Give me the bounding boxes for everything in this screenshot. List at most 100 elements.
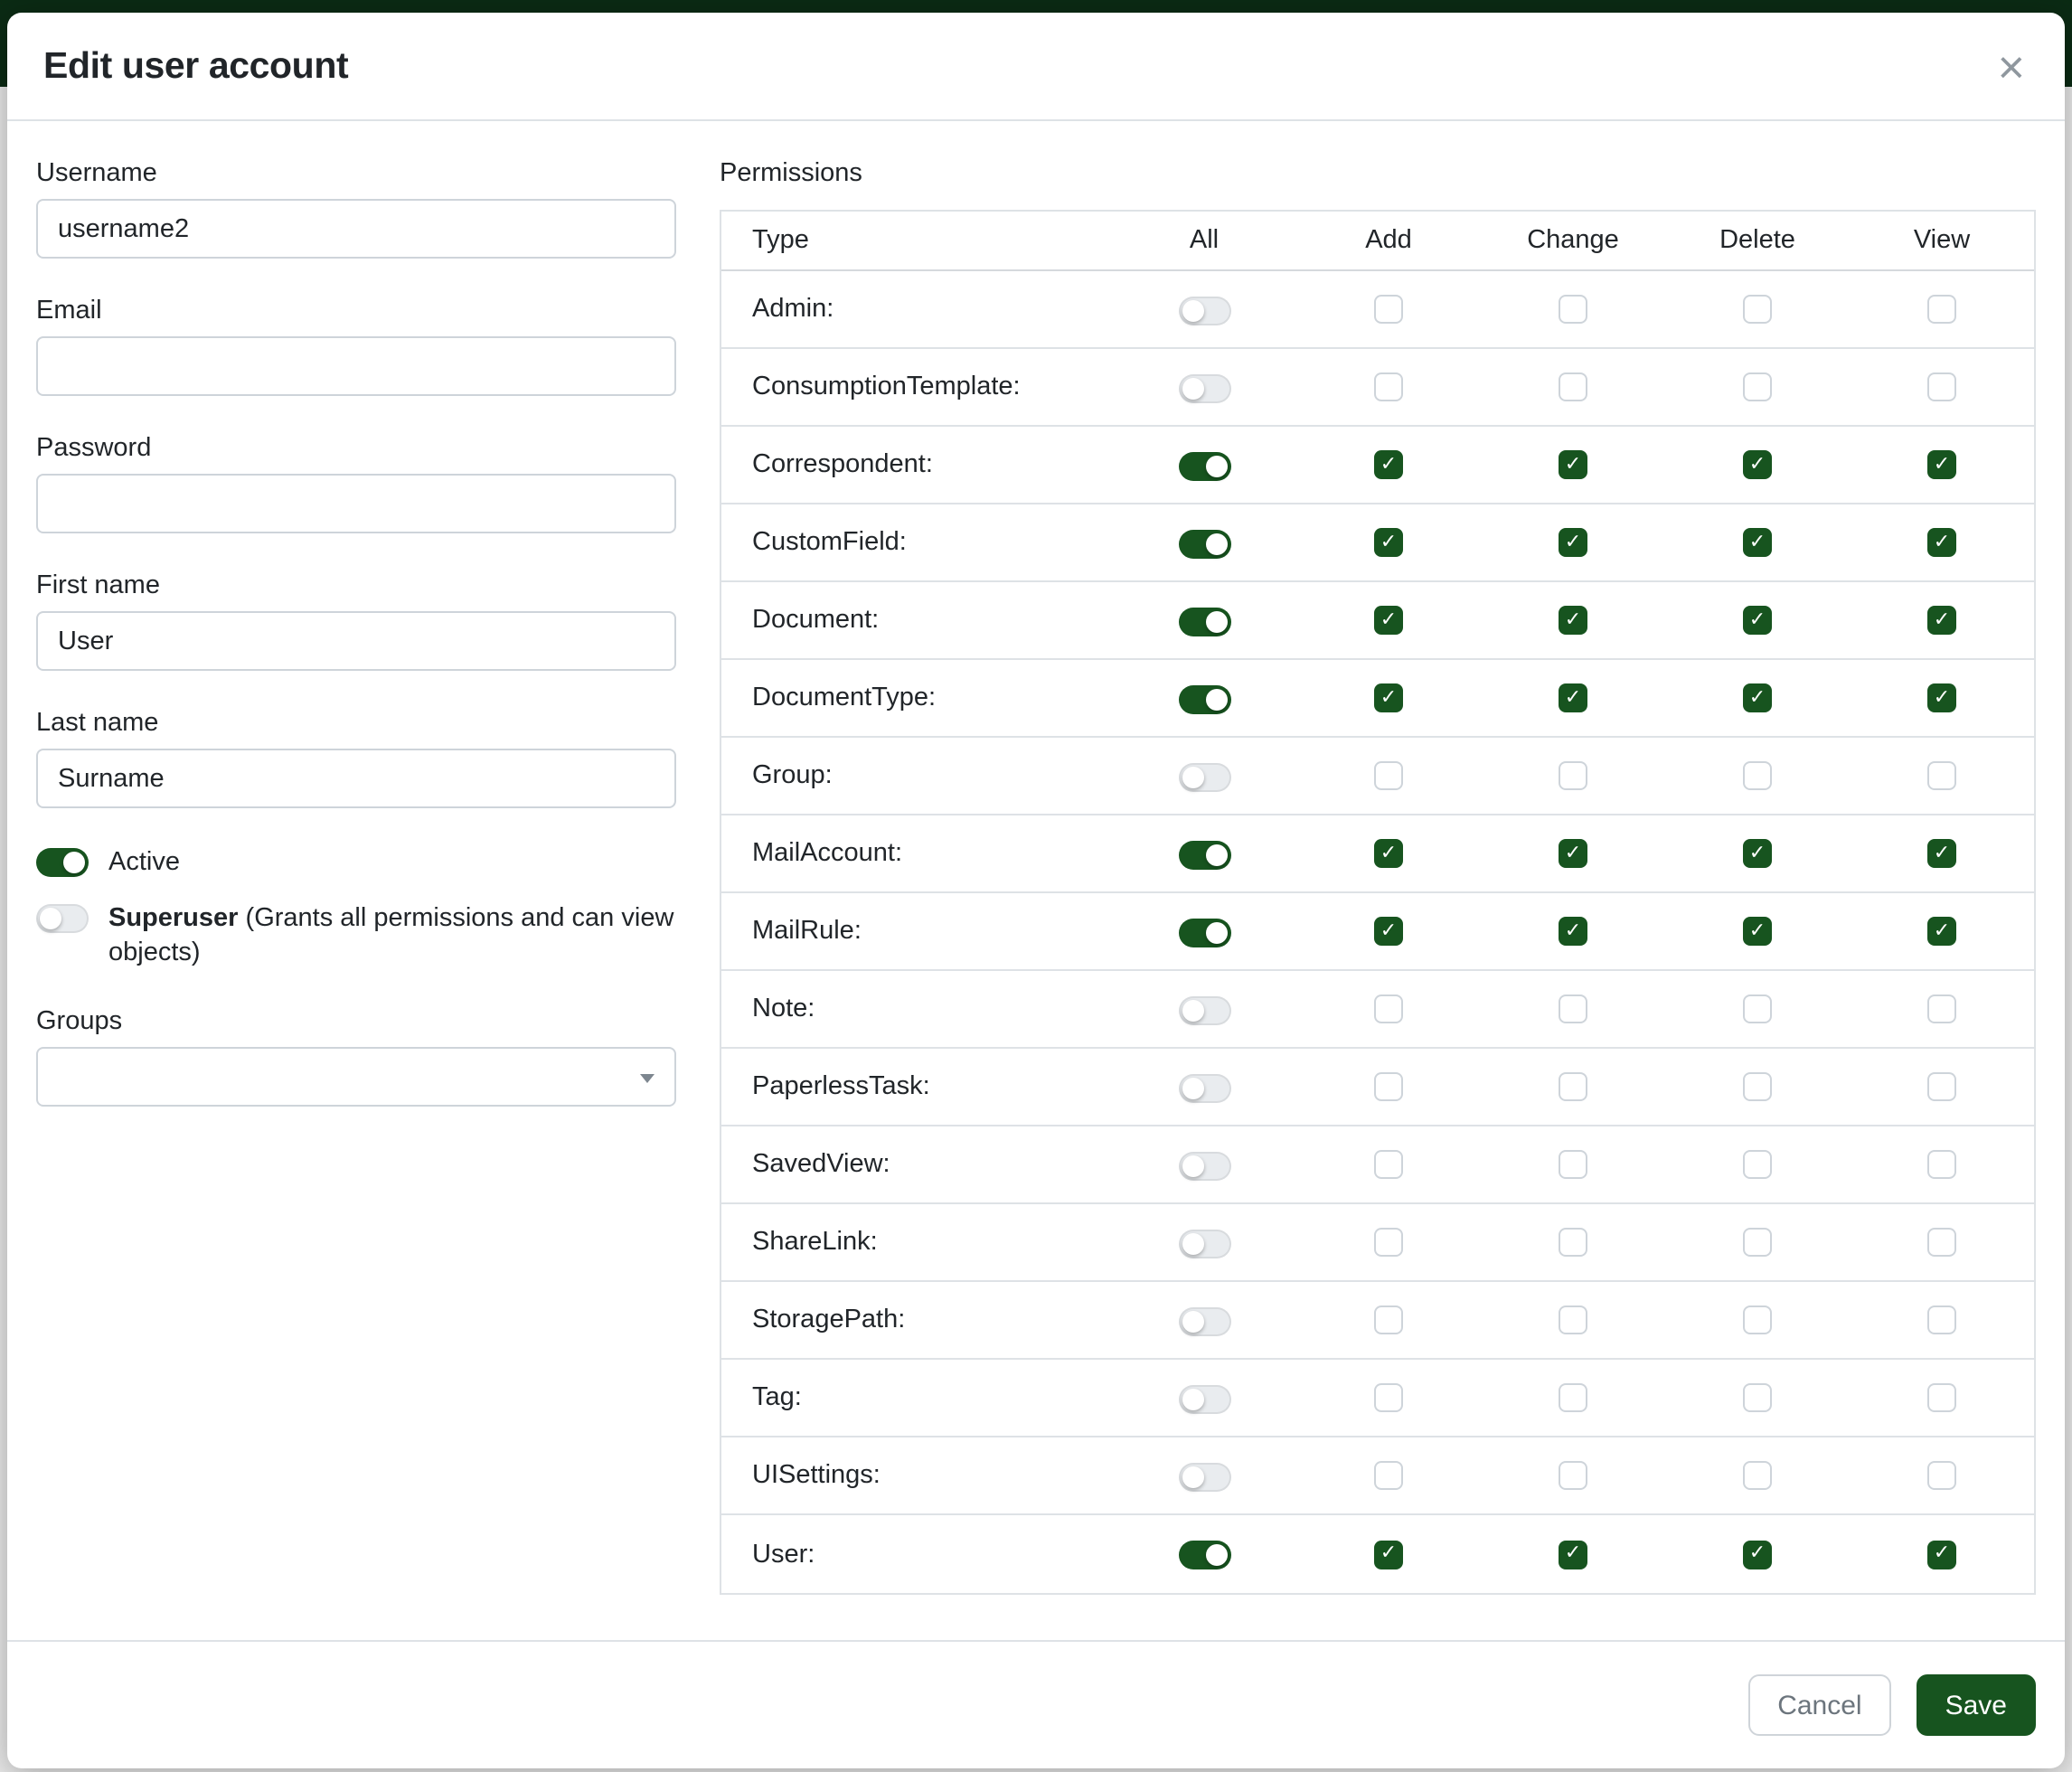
checkbox-change-mailrule[interactable]: ✓ xyxy=(1559,917,1587,946)
checkbox-add-savedview[interactable] xyxy=(1374,1150,1403,1179)
groups-select[interactable] xyxy=(36,1047,676,1107)
checkbox-change-user[interactable]: ✓ xyxy=(1559,1540,1587,1569)
checkbox-delete-tag[interactable] xyxy=(1743,1383,1772,1412)
checkbox-change-consumptiontemplate[interactable] xyxy=(1559,372,1587,401)
column-header-delete: Delete xyxy=(1665,226,1850,255)
checkbox-delete-savedview[interactable] xyxy=(1743,1150,1772,1179)
toggle-all-group[interactable] xyxy=(1178,762,1230,791)
checkbox-add-documenttype[interactable]: ✓ xyxy=(1374,683,1403,712)
checkbox-view-mailaccount[interactable]: ✓ xyxy=(1927,839,1956,868)
checkbox-change-customfield[interactable]: ✓ xyxy=(1559,528,1587,557)
checkbox-change-uisettings[interactable] xyxy=(1559,1461,1587,1490)
close-button[interactable]: × xyxy=(1994,43,2029,90)
checkbox-delete-documenttype[interactable]: ✓ xyxy=(1743,683,1772,712)
checkbox-view-document[interactable]: ✓ xyxy=(1927,606,1956,635)
checkbox-view-admin[interactable] xyxy=(1927,295,1956,324)
toggle-all-paperlesstask[interactable] xyxy=(1178,1073,1230,1102)
checkbox-view-storagepath[interactable] xyxy=(1927,1305,1956,1334)
toggle-all-storagepath[interactable] xyxy=(1178,1306,1230,1335)
password-input[interactable] xyxy=(36,474,676,533)
checkbox-change-mailaccount[interactable]: ✓ xyxy=(1559,839,1587,868)
toggle-all-customfield[interactable] xyxy=(1178,529,1230,558)
toggle-all-note[interactable] xyxy=(1178,995,1230,1024)
checkbox-change-admin[interactable] xyxy=(1559,295,1587,324)
checkbox-add-uisettings[interactable] xyxy=(1374,1461,1403,1490)
checkbox-change-storagepath[interactable] xyxy=(1559,1305,1587,1334)
checkbox-view-uisettings[interactable] xyxy=(1927,1461,1956,1490)
checkbox-view-group[interactable] xyxy=(1927,761,1956,790)
permissions-table-header: Type All Add Change Delete View xyxy=(721,212,2034,271)
checkbox-delete-admin[interactable] xyxy=(1743,295,1772,324)
checkbox-change-documenttype[interactable]: ✓ xyxy=(1559,683,1587,712)
checkbox-delete-note[interactable] xyxy=(1743,994,1772,1023)
checkbox-delete-sharelink[interactable] xyxy=(1743,1228,1772,1257)
checkbox-change-note[interactable] xyxy=(1559,994,1587,1023)
cancel-button[interactable]: Cancel xyxy=(1748,1674,1890,1736)
checkbox-add-paperlesstask[interactable] xyxy=(1374,1072,1403,1101)
checkbox-view-mailrule[interactable]: ✓ xyxy=(1927,917,1956,946)
checkbox-delete-mailaccount[interactable]: ✓ xyxy=(1743,839,1772,868)
checkbox-add-sharelink[interactable] xyxy=(1374,1228,1403,1257)
checkbox-view-note[interactable] xyxy=(1927,994,1956,1023)
toggle-all-correspondent[interactable] xyxy=(1178,451,1230,480)
checkbox-add-mailrule[interactable]: ✓ xyxy=(1374,917,1403,946)
superuser-toggle[interactable] xyxy=(36,904,89,933)
toggle-all-mailrule[interactable] xyxy=(1178,918,1230,947)
username-input[interactable] xyxy=(36,199,676,259)
toggle-all-user[interactable] xyxy=(1178,1541,1230,1569)
checkbox-view-paperlesstask[interactable] xyxy=(1927,1072,1956,1101)
checkbox-add-note[interactable] xyxy=(1374,994,1403,1023)
toggle-all-document[interactable] xyxy=(1178,607,1230,636)
checkbox-delete-user[interactable]: ✓ xyxy=(1743,1540,1772,1569)
checkbox-change-sharelink[interactable] xyxy=(1559,1228,1587,1257)
checkbox-delete-group[interactable] xyxy=(1743,761,1772,790)
first-name-label: First name xyxy=(36,571,676,600)
checkbox-delete-uisettings[interactable] xyxy=(1743,1461,1772,1490)
toggle-all-tag[interactable] xyxy=(1178,1384,1230,1413)
checkbox-add-group[interactable] xyxy=(1374,761,1403,790)
checkbox-change-paperlesstask[interactable] xyxy=(1559,1072,1587,1101)
checkbox-delete-consumptiontemplate[interactable] xyxy=(1743,372,1772,401)
checkbox-add-admin[interactable] xyxy=(1374,295,1403,324)
checkbox-add-customfield[interactable]: ✓ xyxy=(1374,528,1403,557)
checkbox-change-tag[interactable] xyxy=(1559,1383,1587,1412)
checkbox-delete-mailrule[interactable]: ✓ xyxy=(1743,917,1772,946)
checkbox-delete-document[interactable]: ✓ xyxy=(1743,606,1772,635)
toggle-all-consumptiontemplate[interactable] xyxy=(1178,373,1230,402)
checkbox-view-correspondent[interactable]: ✓ xyxy=(1927,450,1956,479)
checkbox-view-consumptiontemplate[interactable] xyxy=(1927,372,1956,401)
checkbox-add-consumptiontemplate[interactable] xyxy=(1374,372,1403,401)
checkbox-change-savedview[interactable] xyxy=(1559,1150,1587,1179)
checkbox-view-sharelink[interactable] xyxy=(1927,1228,1956,1257)
toggle-all-mailaccount[interactable] xyxy=(1178,840,1230,869)
checkbox-add-document[interactable]: ✓ xyxy=(1374,606,1403,635)
checkbox-add-tag[interactable] xyxy=(1374,1383,1403,1412)
checkbox-delete-correspondent[interactable]: ✓ xyxy=(1743,450,1772,479)
checkbox-delete-customfield[interactable]: ✓ xyxy=(1743,528,1772,557)
toggle-all-sharelink[interactable] xyxy=(1178,1229,1230,1258)
checkbox-change-document[interactable]: ✓ xyxy=(1559,606,1587,635)
checkbox-view-customfield[interactable]: ✓ xyxy=(1927,528,1956,557)
first-name-input[interactable] xyxy=(36,611,676,671)
permissions-table: Type All Add Change Delete View Admin:Co… xyxy=(720,210,2036,1595)
active-toggle[interactable] xyxy=(36,848,89,877)
checkbox-add-mailaccount[interactable]: ✓ xyxy=(1374,839,1403,868)
save-button[interactable]: Save xyxy=(1917,1674,2036,1736)
checkbox-view-documenttype[interactable]: ✓ xyxy=(1927,683,1956,712)
checkbox-add-user[interactable]: ✓ xyxy=(1374,1540,1403,1569)
toggle-all-documenttype[interactable] xyxy=(1178,684,1230,713)
checkbox-delete-storagepath[interactable] xyxy=(1743,1305,1772,1334)
email-input[interactable] xyxy=(36,336,676,396)
checkbox-view-user[interactable]: ✓ xyxy=(1927,1540,1956,1569)
checkbox-change-group[interactable] xyxy=(1559,761,1587,790)
toggle-all-admin[interactable] xyxy=(1178,296,1230,325)
checkbox-change-correspondent[interactable]: ✓ xyxy=(1559,450,1587,479)
checkbox-view-savedview[interactable] xyxy=(1927,1150,1956,1179)
checkbox-add-correspondent[interactable]: ✓ xyxy=(1374,450,1403,479)
toggle-all-savedview[interactable] xyxy=(1178,1151,1230,1180)
checkbox-view-tag[interactable] xyxy=(1927,1383,1956,1412)
checkbox-add-storagepath[interactable] xyxy=(1374,1305,1403,1334)
checkbox-delete-paperlesstask[interactable] xyxy=(1743,1072,1772,1101)
last-name-input[interactable] xyxy=(36,749,676,808)
toggle-all-uisettings[interactable] xyxy=(1178,1462,1230,1491)
